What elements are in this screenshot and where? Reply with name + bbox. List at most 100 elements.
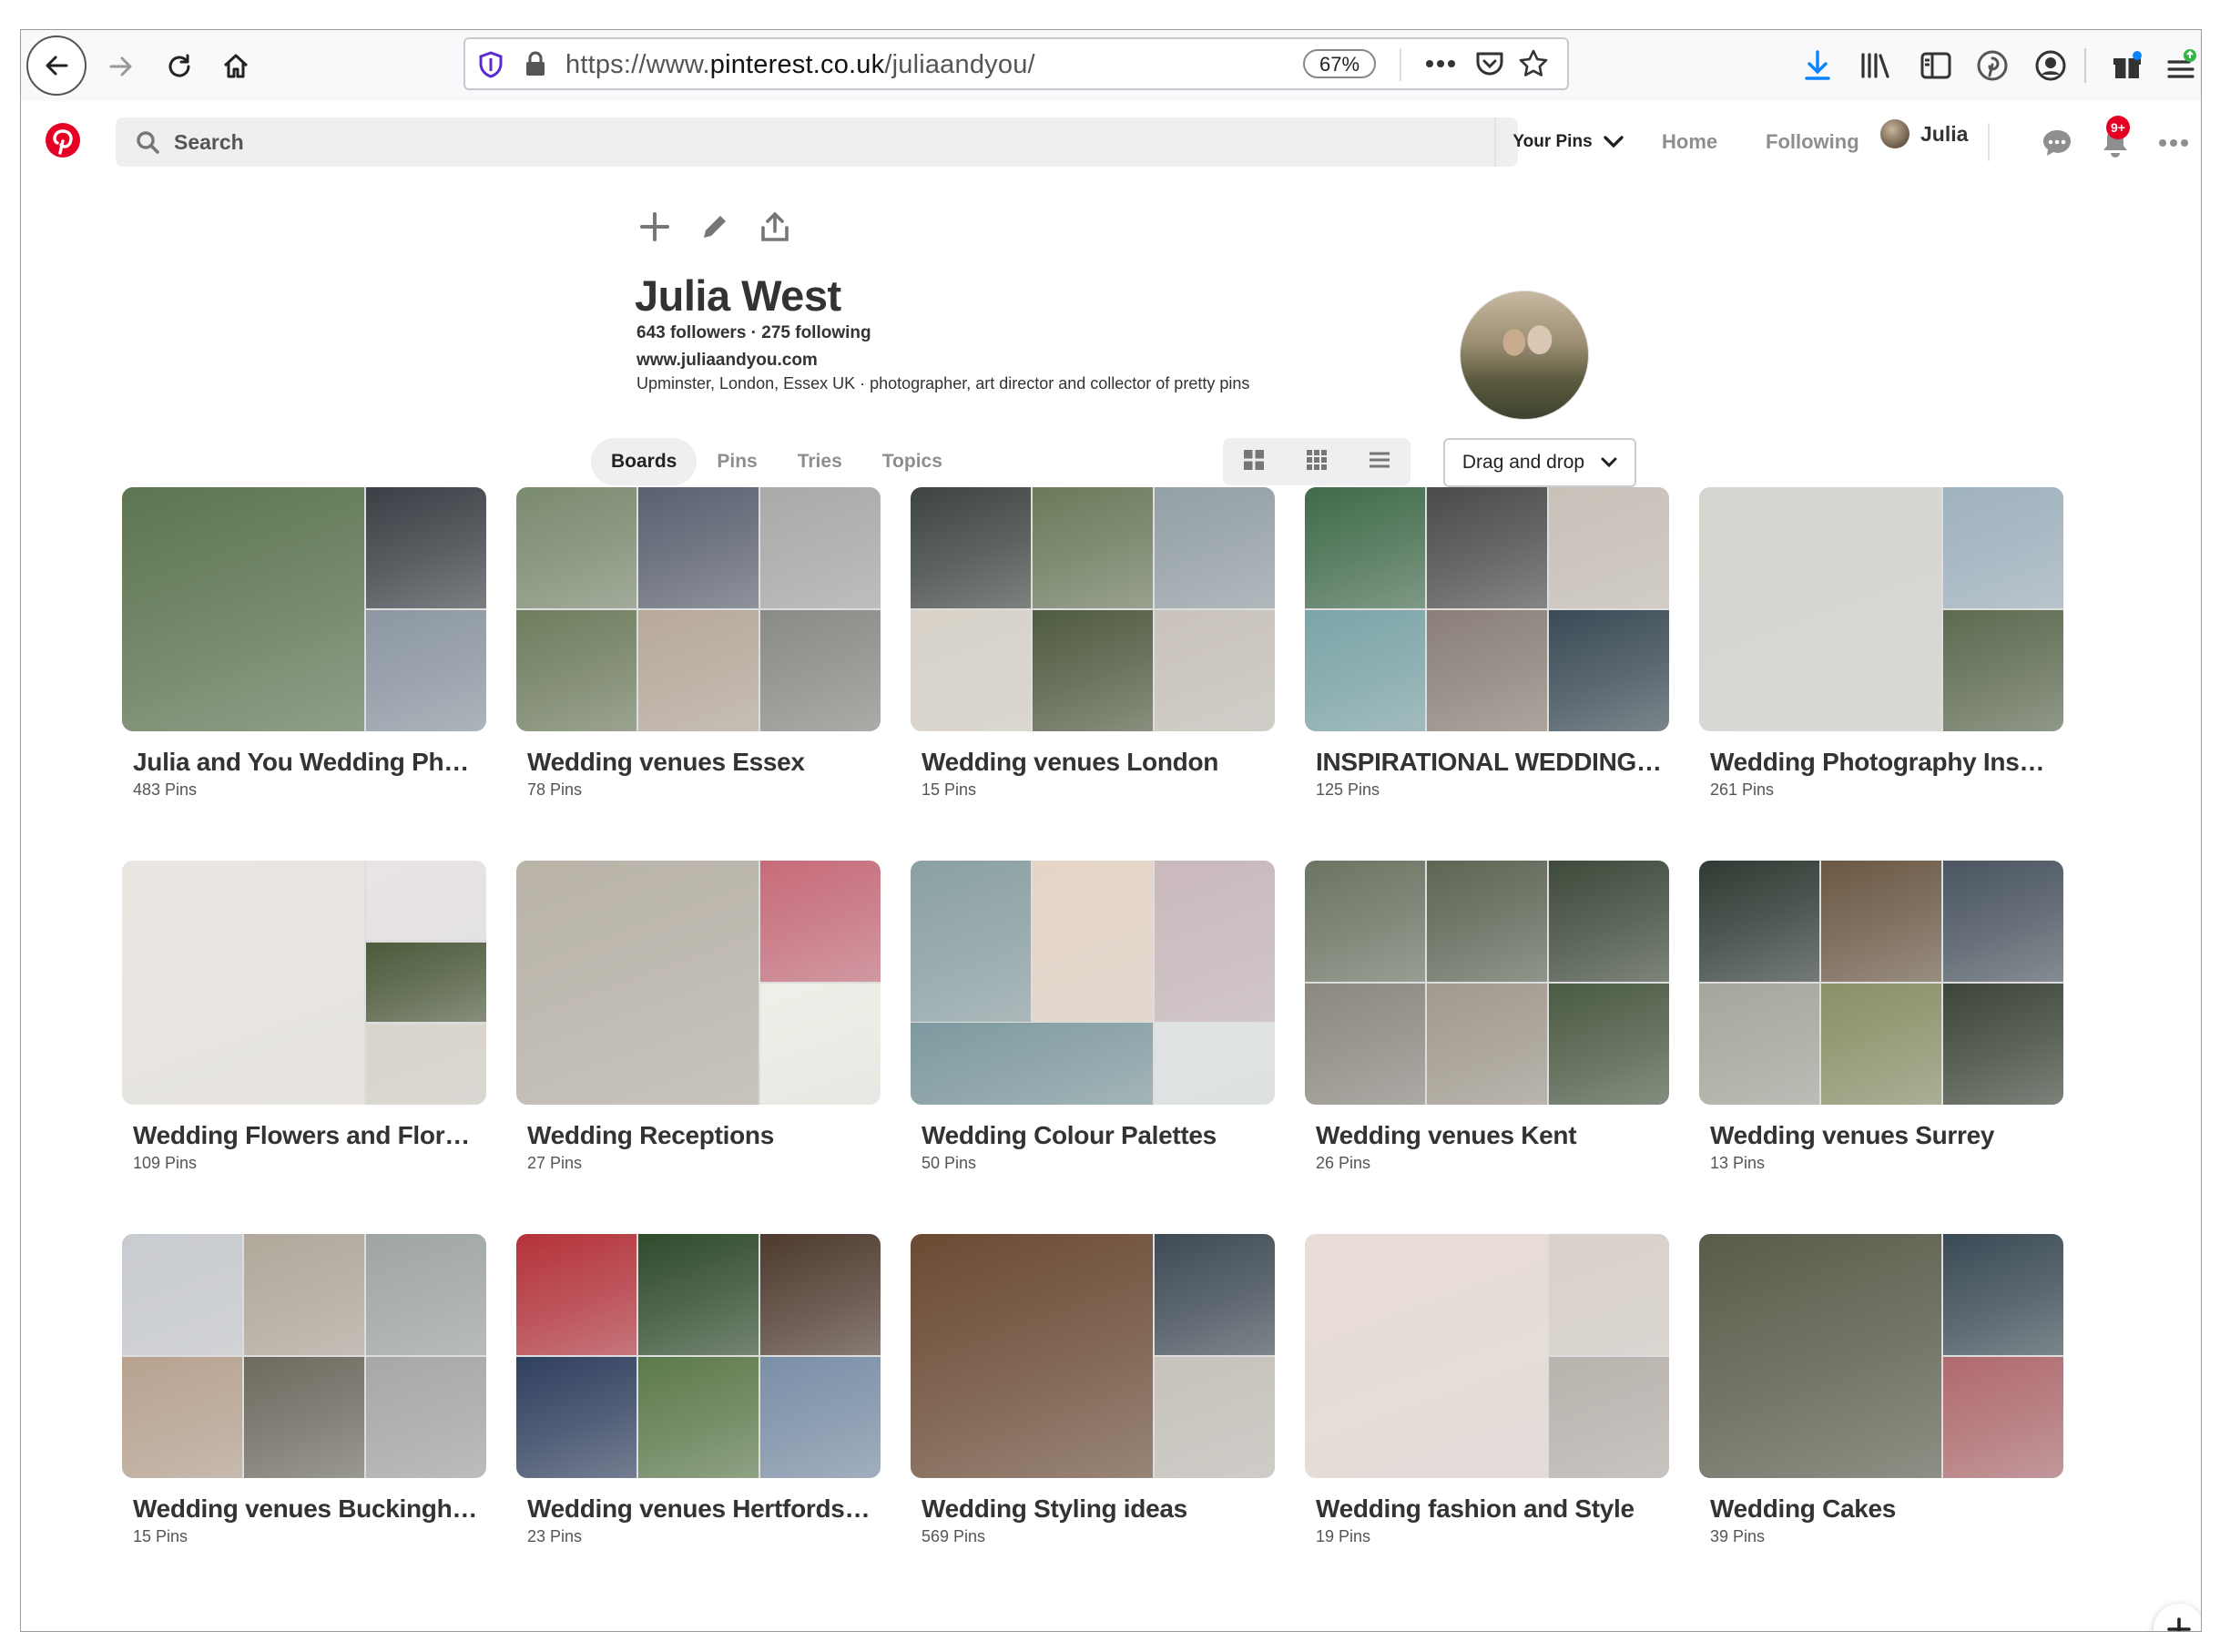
tab-pins[interactable]: Pins [697, 438, 777, 485]
board-cover-image [911, 1234, 1153, 1478]
profile-follow-stats[interactable]: 643 followers · 275 following [636, 323, 871, 343]
board-card[interactable]: Wedding Photography Inspi... 261 Pins [1699, 487, 2063, 800]
reload-button[interactable] [156, 43, 203, 90]
search-bar[interactable]: Search Your Pins [116, 117, 1624, 167]
board-card[interactable]: Wedding venues Surrey 13 Pins [1699, 861, 2063, 1173]
board-cover-image [366, 942, 486, 1022]
board-cover-image [1943, 984, 2063, 1105]
board-card[interactable]: Wedding venues Essex 78 Pins [516, 487, 881, 800]
create-pin-fab[interactable] [2154, 1604, 2201, 1631]
board-cover-image [244, 1234, 364, 1355]
board-cover-image [1699, 487, 1941, 731]
board-card[interactable]: Wedding Receptions 27 Pins [516, 861, 881, 1173]
nav-user-profile[interactable]: Julia [1880, 119, 1968, 148]
board-cover-image [516, 610, 636, 731]
messages-button[interactable] [2037, 123, 2077, 163]
board-cover-image [244, 1357, 364, 1478]
board-cover-image [1943, 861, 2063, 982]
board-cover-collage [122, 487, 486, 731]
board-card[interactable]: Wedding Colour Palettes 50 Pins [911, 861, 1275, 1173]
browser-toolbar: https://www.pinterest.co.uk/juliaandyou/… [21, 30, 2201, 102]
chevron-down-icon [1601, 457, 1617, 468]
downloads-button[interactable] [1797, 45, 1838, 87]
app-menu-button[interactable] [2161, 45, 2201, 87]
board-cover-image [1427, 861, 1547, 982]
board-cover-image [760, 1234, 881, 1355]
url-bar[interactable]: https://www.pinterest.co.uk/juliaandyou/… [463, 37, 1569, 90]
board-title: Wedding venues Buckingha... [133, 1494, 479, 1523]
board-card[interactable]: Wedding Cakes 39 Pins [1699, 1234, 2063, 1546]
board-sort-select[interactable]: Drag and drop [1443, 438, 1636, 487]
page-actions-button[interactable] [1420, 43, 1461, 85]
library-button[interactable] [1855, 45, 1897, 87]
board-card[interactable]: INSPIRATIONAL WEDDING ... 125 Pins [1305, 487, 1669, 800]
board-title: Wedding Photography Inspi... [1710, 748, 2056, 776]
view-small-grid-button[interactable] [1306, 449, 1327, 474]
board-cover-image [516, 487, 636, 608]
toolbar-divider [2084, 48, 2086, 83]
board-cover-image [366, 1234, 486, 1355]
board-card[interactable]: Wedding venues London 15 Pins [911, 487, 1275, 800]
board-card[interactable]: Wedding venues Hertfordsh... 23 Pins [516, 1234, 881, 1546]
tab-boards[interactable]: Boards [591, 438, 698, 485]
nav-following[interactable]: Following [1766, 130, 1859, 154]
board-title: Wedding venues Surrey [1710, 1121, 1995, 1149]
home-button[interactable] [212, 43, 260, 90]
board-pin-count: 261 Pins [1710, 780, 1775, 799]
back-button[interactable] [26, 36, 87, 96]
tab-topics[interactable]: Topics [862, 438, 962, 485]
search-input[interactable]: Search [174, 130, 244, 155]
board-card[interactable]: Julia and You Wedding Phot... 483 Pins [122, 487, 486, 800]
board-card[interactable]: Wedding fashion and Style 19 Pins [1305, 1234, 1669, 1546]
board-cover-image [516, 1357, 636, 1478]
board-card[interactable]: Wedding Flowers and Florals 109 Pins [122, 861, 486, 1173]
user-name: Julia [1920, 121, 1969, 146]
board-title: Wedding Receptions [527, 1121, 774, 1149]
account-button[interactable] [2030, 45, 2072, 87]
nav-home[interactable]: Home [1662, 130, 1717, 154]
board-card[interactable]: Wedding venues Kent 26 Pins [1305, 861, 1669, 1173]
sidebar-toggle-button[interactable] [1915, 45, 1957, 87]
more-options-button[interactable] [2154, 123, 2194, 163]
board-pin-count: 125 Pins [1316, 780, 1380, 799]
whats-new-button[interactable] [2106, 45, 2148, 87]
pinterest-extension-button[interactable] [1971, 45, 2013, 87]
forward-button[interactable] [97, 43, 145, 90]
board-card[interactable]: Wedding venues Buckingha... 15 Pins [122, 1234, 486, 1546]
chevron-down-icon [1603, 136, 1624, 148]
board-cover-image [1427, 984, 1547, 1105]
url-bar-divider [1400, 48, 1401, 81]
tab-tries[interactable]: Tries [778, 438, 862, 485]
board-cover-image [1155, 610, 1275, 731]
more-horizontal-icon [2159, 139, 2188, 147]
view-large-grid-button[interactable] [1244, 449, 1265, 474]
board-pin-count: 15 Pins [922, 780, 977, 799]
view-list-button[interactable] [1369, 451, 1390, 474]
board-cover-collage [516, 861, 881, 1105]
board-cover-collage [516, 1234, 881, 1478]
board-card[interactable]: Wedding Styling ideas 569 Pins [911, 1234, 1275, 1546]
zoom-level-badge[interactable]: 67% [1303, 49, 1376, 78]
board-cover-image [911, 861, 1031, 1022]
pocket-button[interactable] [1469, 43, 1511, 85]
board-pin-count: 569 Pins [922, 1527, 986, 1545]
share-profile-button[interactable] [755, 207, 795, 247]
board-cover-image [760, 487, 881, 608]
header-divider [1988, 123, 1990, 161]
pinterest-logo[interactable] [45, 122, 81, 158]
board-cover-image [1699, 1234, 1941, 1478]
board-cover-image [122, 487, 364, 731]
board-cover-image [911, 487, 1031, 608]
create-button[interactable] [635, 207, 675, 247]
board-cover-collage [911, 1234, 1275, 1478]
board-cover-image [1943, 1357, 2063, 1478]
profile-website-link[interactable]: www.juliaandyou.com [636, 351, 818, 371]
board-cover-collage [1305, 861, 1669, 1105]
board-cover-image [760, 1357, 881, 1478]
sort-select-label: Drag and drop [1461, 452, 1585, 473]
board-cover-collage [1699, 487, 2063, 731]
bookmark-star-button[interactable] [1512, 43, 1554, 85]
your-pins-dropdown[interactable]: Your Pins [1494, 117, 1640, 167]
edit-profile-button[interactable] [695, 207, 735, 247]
pencil-icon [704, 216, 726, 238]
